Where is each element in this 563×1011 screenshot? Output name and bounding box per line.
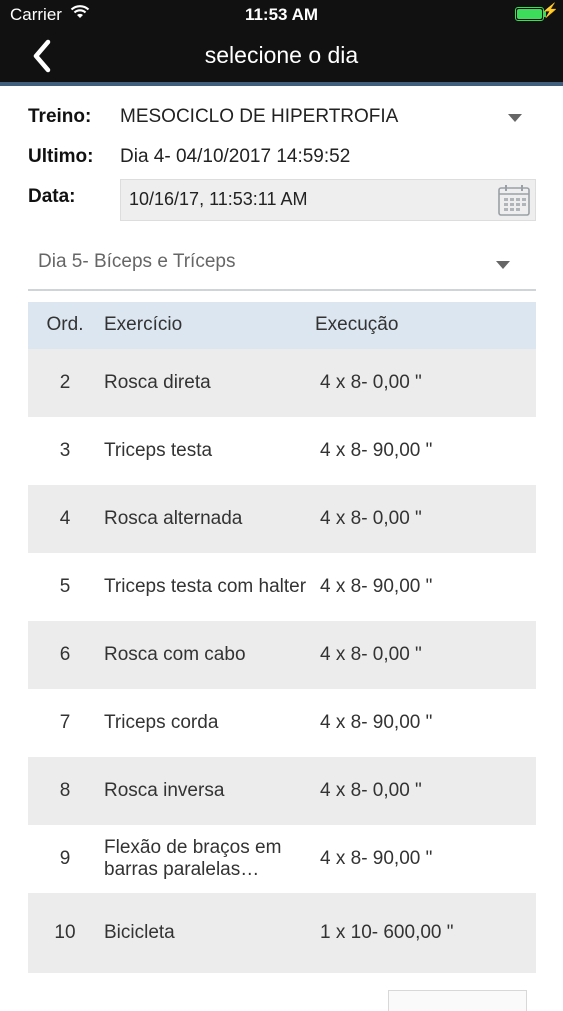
- row-ord: 6: [59, 644, 71, 665]
- row-ord: 7: [59, 712, 71, 733]
- row-exercicio: Rosca com cabo: [104, 644, 246, 665]
- calendar-icon[interactable]: [497, 183, 531, 217]
- row-exercicio: Rosca direta: [104, 372, 211, 393]
- row-exercicio: Triceps testa: [104, 440, 213, 461]
- table-row[interactable]: 2 Rosca direta 4 x 8- 0,00 ": [28, 349, 536, 417]
- dropdown-caret-icon: [508, 114, 522, 122]
- header-execucao: Execução: [315, 314, 399, 335]
- status-time: 11:53 AM: [244, 5, 319, 24]
- table-row[interactable]: 5 Triceps testa com halter 4 x 8- 90,00 …: [28, 553, 536, 621]
- row-execucao: 4 x 8- 0,00 ": [320, 508, 422, 529]
- day-select-value: Dia 5- Bíceps e Tríceps: [38, 251, 236, 272]
- ultimo-row: Ultimo: Dia 4- 04/10/2017 14:59:52: [28, 140, 536, 172]
- date-input[interactable]: [127, 188, 491, 211]
- treino-value: MESOCICLO DE HIPERTROFIA: [120, 106, 399, 127]
- table-row[interactable]: 8 Rosca inversa 4 x 8- 0,00 ": [28, 757, 536, 825]
- row-execucao: 4 x 8- 90,00 ": [320, 848, 433, 869]
- bottom-action-button[interactable]: [388, 990, 527, 1011]
- date-field[interactable]: [120, 179, 536, 221]
- table-row[interactable]: 7 Triceps corda 4 x 8- 90,00 ": [28, 689, 536, 757]
- table-row[interactable]: 6 Rosca com cabo 4 x 8- 0,00 ": [28, 621, 536, 689]
- row-execucao: 4 x 8- 0,00 ": [320, 644, 422, 665]
- ultimo-label: Ultimo:: [28, 146, 94, 167]
- table-row[interactable]: 10 Bicicleta 1 x 10- 600,00 ": [28, 893, 536, 973]
- table-row[interactable]: 4 Rosca alternada 4 x 8- 0,00 ": [28, 485, 536, 553]
- row-ord: 4: [59, 508, 71, 529]
- table-header: Ord. Exercício Execução: [28, 302, 536, 349]
- ultimo-value: Dia 4- 04/10/2017 14:59:52: [120, 146, 351, 167]
- exercise-table: Ord. Exercício Execução 2 Rosca direta 4…: [28, 302, 536, 973]
- header-ord: Ord.: [46, 314, 84, 335]
- row-execucao: 1 x 10- 600,00 ": [320, 922, 454, 943]
- header-exercicio: Exercício: [104, 314, 183, 335]
- row-execucao: 4 x 8- 90,00 ": [320, 712, 433, 733]
- row-exercicio: Bicicleta: [104, 922, 175, 943]
- row-ord: 8: [59, 780, 71, 801]
- table-row[interactable]: 3 Triceps testa 4 x 8- 90,00 ": [28, 417, 536, 485]
- top-bar: Carrier 11:53 AM ⚡ selecione o dia: [0, 0, 563, 82]
- data-label: Data:: [28, 186, 76, 207]
- page-title: selecione o dia: [204, 42, 359, 68]
- row-exercicio: Rosca alternada: [104, 508, 243, 529]
- row-execucao: 4 x 8- 0,00 ": [320, 780, 422, 801]
- row-exercicio: Flexão de braços em barras paralelas (Tr…: [104, 837, 282, 880]
- status-bar: Carrier 11:53 AM ⚡: [0, 0, 563, 30]
- navigation-bar: selecione o dia: [0, 30, 563, 82]
- treino-label: Treino:: [28, 106, 92, 127]
- day-select[interactable]: Dia 5- Bíceps e Tríceps: [28, 243, 536, 291]
- row-execucao: 4 x 8- 90,00 ": [320, 440, 433, 461]
- table-row[interactable]: 9 Flexão de braços em barras paralelas (…: [28, 825, 536, 893]
- row-ord: 2: [59, 372, 71, 393]
- treino-select[interactable]: Treino: MESOCICLO DE HIPERTROFIA: [28, 100, 536, 132]
- data-row: Data:: [28, 179, 536, 221]
- accent-divider: [0, 82, 563, 86]
- row-execucao: 4 x 8- 90,00 ": [320, 576, 433, 597]
- row-ord: 3: [59, 440, 71, 461]
- charging-bolt-icon: ⚡: [541, 2, 559, 18]
- row-exercicio: Triceps testa com halter: [104, 576, 307, 597]
- row-exercicio: Rosca inversa: [104, 780, 225, 801]
- row-ord: 5: [59, 576, 71, 597]
- row-exercicio: Triceps corda: [104, 712, 219, 733]
- row-execucao: 4 x 8- 0,00 ": [320, 372, 422, 393]
- row-ord: 10: [54, 922, 76, 943]
- dropdown-caret-icon: [496, 261, 510, 269]
- row-ord: 9: [59, 848, 71, 869]
